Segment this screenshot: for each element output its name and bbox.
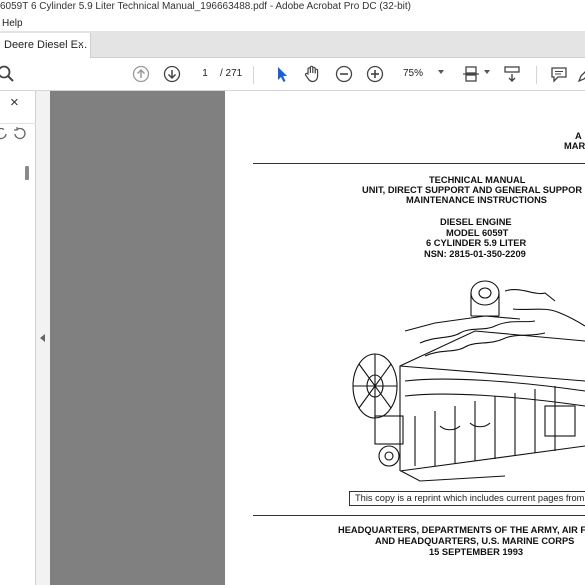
doc-footer-1: HEADQUARTERS, DEPARTMENTS OF THE ARMY, A… <box>338 525 585 535</box>
doc-footer-2: AND HEADQUARTERS, U.S. MARINE CORPS <box>375 536 575 546</box>
page-number-input[interactable]: 1 <box>193 65 217 83</box>
doc-rule-top <box>253 163 585 164</box>
panel-collapse-gutter[interactable] <box>36 91 50 585</box>
doc-engine-1: DIESEL ENGINE <box>440 217 512 227</box>
toolbar-divider <box>253 66 254 84</box>
zoom-out-icon[interactable] <box>334 64 354 84</box>
page-total: / 271 <box>220 68 243 79</box>
rotate-left-icon[interactable] <box>0 126 8 140</box>
tab-bar: Deere Diesel E... × <box>0 31 585 58</box>
window-title: 6059T 6 Cylinder 5.9 Liter Technical Man… <box>0 0 585 16</box>
tab-close-icon[interactable]: × <box>78 33 84 58</box>
search-icon[interactable] <box>0 64 16 84</box>
toolbar-divider <box>536 66 537 84</box>
chevron-down-icon[interactable] <box>438 70 444 74</box>
doc-engine-4: NSN: 2815-01-350-2209 <box>424 249 526 259</box>
pdf-page[interactable]: A MAR TECHNICAL MANUAL UNIT, DIRECT SUPP… <box>225 91 585 585</box>
toolbar: 1 / 271 75% <box>0 58 585 91</box>
doc-footer-3: 15 SEPTEMBER 1993 <box>429 547 524 557</box>
zoom-in-icon[interactable] <box>365 64 385 84</box>
panel-scrollbar-thumb[interactable] <box>25 166 29 180</box>
rotate-right-icon[interactable] <box>13 126 27 140</box>
zoom-level[interactable]: 75% <box>403 65 423 83</box>
page-up-icon[interactable] <box>131 64 151 84</box>
doc-engine-3: 6 CYLINDER 5.9 LITER <box>426 238 527 248</box>
doc-rule-bottom <box>253 515 585 516</box>
chevron-down-icon[interactable] <box>484 70 490 74</box>
doc-header-line-2: MAR <box>564 141 585 151</box>
document-canvas-background <box>50 91 225 585</box>
document-tab[interactable]: Deere Diesel E... × <box>0 33 91 58</box>
scroll-mode-icon[interactable] <box>502 64 522 84</box>
engine-illustration <box>352 280 585 482</box>
navigation-panel: × <box>0 91 36 585</box>
pen-icon[interactable] <box>576 64 585 84</box>
doc-heading-3: MAINTENANCE INSTRUCTIONS <box>406 195 548 205</box>
comment-icon[interactable] <box>549 64 569 84</box>
hand-tool-icon[interactable] <box>302 64 322 84</box>
select-cursor-icon[interactable] <box>272 64 292 84</box>
reprint-notice: This copy is a reprint which includes cu… <box>349 491 585 506</box>
panel-divider <box>0 123 36 124</box>
panel-close-icon[interactable]: × <box>10 94 19 112</box>
page-down-icon[interactable] <box>162 64 182 84</box>
menubar: Help <box>0 16 585 31</box>
menu-help[interactable]: Help <box>2 18 23 29</box>
collapse-arrow-icon[interactable] <box>40 334 45 342</box>
tab-label: Deere Diesel E... <box>4 39 88 51</box>
page-fit-icon[interactable] <box>461 64 481 84</box>
